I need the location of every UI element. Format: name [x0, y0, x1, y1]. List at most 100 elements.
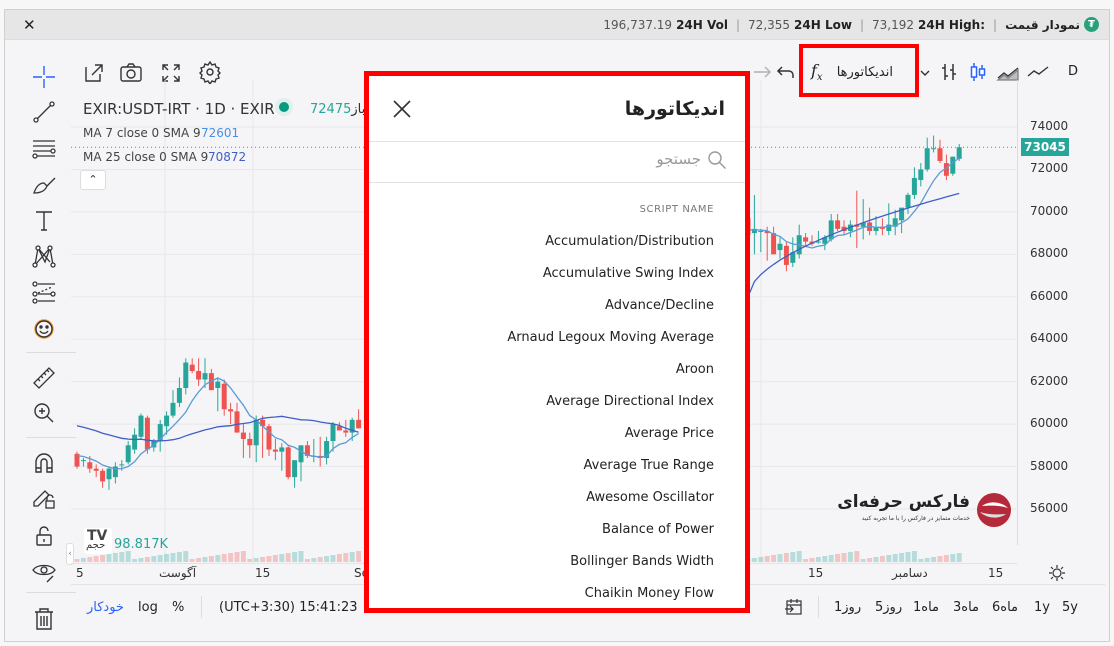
indicator-item[interactable]: Balance of Power [394, 514, 714, 546]
candle-body [234, 411, 240, 433]
percent-scale-toggle[interactable]: % [172, 600, 184, 615]
volume-bar [892, 554, 898, 562]
volume-bar [106, 554, 112, 562]
volume-bar [356, 551, 362, 562]
ma7-label: MA 7 close 0 SMA 9 [83, 126, 201, 140]
range-5y[interactable]: 5y [1062, 600, 1078, 615]
candle-body [176, 388, 182, 403]
close-button[interactable]: ✕ [23, 16, 36, 34]
interval-selector[interactable]: D [1068, 64, 1078, 79]
range-6m[interactable]: 6ماه [992, 600, 1018, 615]
volume-bar [189, 559, 195, 562]
indicator-item[interactable]: Arnaud Legoux Moving Average [394, 322, 714, 354]
trash-icon[interactable] [31, 606, 57, 632]
fx-icon: fx [811, 61, 823, 84]
auto-scale-toggle[interactable]: خودکار [87, 600, 124, 615]
price-tick: 58000 [1030, 458, 1069, 473]
trend-line-icon[interactable] [31, 99, 57, 125]
crosshair-icon[interactable] [31, 64, 57, 90]
range-5d[interactable]: 5روز [875, 600, 902, 615]
volume-bar [285, 553, 291, 562]
brush-icon[interactable] [31, 171, 57, 197]
volume-bar [221, 554, 227, 562]
indicator-item[interactable]: Bollinger Bands Width [394, 546, 714, 578]
price-tick: 66000 [1030, 288, 1069, 303]
fib-retracement-icon[interactable] [31, 136, 57, 162]
volume-bar [138, 558, 144, 562]
volume-bar [924, 558, 930, 562]
candle-body [330, 424, 336, 442]
volume-bar [758, 557, 764, 562]
collapse-legend-button[interactable]: ⌃ [80, 170, 106, 190]
log-scale-toggle[interactable]: log [138, 600, 158, 615]
volume-bar [253, 558, 259, 562]
search-input[interactable] [401, 150, 701, 168]
volume-bar [790, 552, 796, 562]
prediction-icon[interactable] [31, 280, 57, 306]
volume-bar [125, 551, 131, 562]
indicator-item[interactable]: Accumulation/Distribution [394, 226, 714, 258]
lock-drawings-icon[interactable] [31, 485, 57, 511]
price-tick: 62000 [1030, 373, 1069, 388]
indicator-item[interactable]: Awesome Oscillator [394, 482, 714, 514]
volume-bar [247, 559, 253, 562]
indicator-search[interactable] [369, 142, 745, 182]
ma25-value: 70872 [208, 150, 247, 164]
eye-icon[interactable] [31, 558, 57, 584]
time-tick: 5 [76, 566, 84, 580]
indicator-item[interactable]: Advance/Decline [394, 290, 714, 322]
clock-timezone[interactable]: (UTC+3:30) 15:41:23 [219, 600, 358, 615]
price-tick: 56000 [1030, 500, 1069, 515]
ma7-value: 72601 [201, 126, 240, 140]
price-axis[interactable]: 74000 72000 70000 68000 66000 64000 62000 60000… [1017, 80, 1105, 545]
candle-body [183, 362, 189, 389]
indicator-item[interactable]: Aroon [394, 354, 714, 386]
chart-settings-icon[interactable] [1048, 564, 1066, 582]
high-label: 24H High: [918, 17, 986, 32]
ruler-icon[interactable] [31, 365, 57, 391]
candle-body [202, 373, 208, 380]
ma25-label: MA 25 close 0 SMA 9 [83, 150, 209, 164]
volume-bar [132, 559, 138, 562]
range-3m[interactable]: 3ماه [953, 600, 979, 615]
indicator-item[interactable]: Accumulative Swing Index [394, 258, 714, 290]
candle-body [215, 381, 221, 389]
volume-bar [80, 558, 86, 562]
range-1d[interactable]: 1روز [834, 600, 861, 615]
indicator-item[interactable]: Average Directional Index [394, 386, 714, 418]
magnet-icon[interactable] [31, 450, 57, 476]
range-1m[interactable]: 1ماه [913, 600, 939, 615]
open-value: باز72475 [310, 102, 366, 117]
volume-bar [343, 553, 349, 562]
range-1y[interactable]: 1y [1034, 600, 1050, 615]
volume-bar [208, 556, 214, 562]
volume-bar [815, 557, 821, 562]
volume-bar [266, 556, 272, 562]
price-tick: 72000 [1030, 161, 1069, 176]
zoom-in-icon[interactable] [31, 400, 57, 426]
text-icon[interactable] [31, 208, 57, 234]
toolbar-divider [26, 352, 76, 353]
volume-bar [854, 551, 860, 562]
indicator-list: Accumulation/Distribution Accumulative S… [394, 226, 714, 610]
close-icon[interactable] [391, 98, 413, 120]
go-to-date-icon[interactable] [784, 597, 804, 617]
volume-bar [74, 559, 80, 562]
volume-bar [783, 553, 789, 562]
pattern-icon[interactable] [31, 243, 57, 269]
volume-bar [157, 555, 163, 562]
unlock-icon[interactable] [31, 523, 57, 549]
volume-bar [292, 552, 298, 562]
volume-bar [956, 553, 962, 562]
scroll-left-handle[interactable]: ‹ [66, 543, 74, 565]
candle-body [828, 220, 834, 240]
volume-bar [183, 551, 189, 562]
indicator-item[interactable]: Average True Range [394, 450, 714, 482]
volume-bar [809, 558, 815, 562]
candle-body [931, 148, 937, 150]
volume-bar [822, 556, 828, 562]
emoji-icon[interactable] [31, 316, 57, 342]
indicator-item[interactable]: Average Price [394, 418, 714, 450]
indicator-item[interactable]: Chaikin Money Flow [394, 578, 714, 610]
volume-bar [311, 558, 317, 562]
